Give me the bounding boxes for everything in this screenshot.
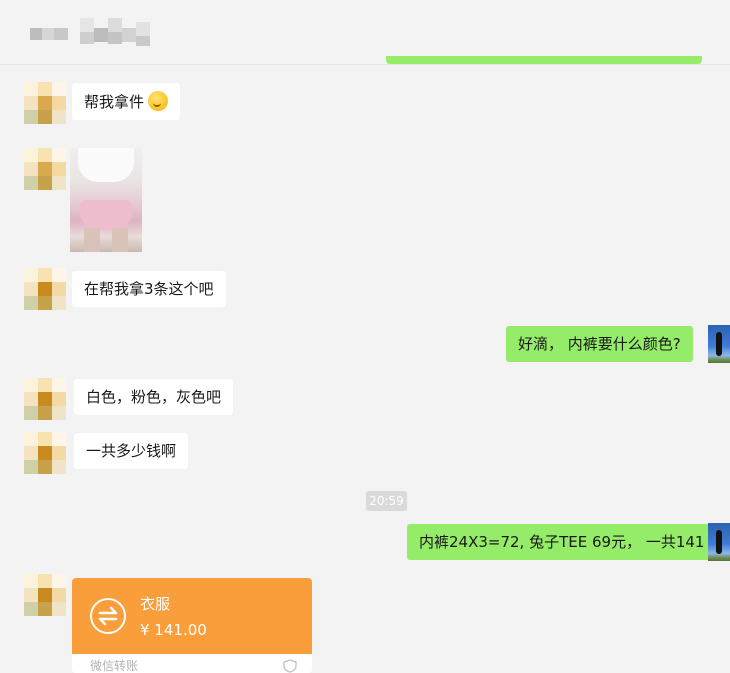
previous-sent-bubble[interactable] — [386, 56, 702, 64]
message-text: 一共多少钱啊 — [86, 442, 177, 460]
transfer-arrows-icon — [90, 598, 126, 634]
contact-avatar[interactable] — [24, 574, 66, 616]
sent-message[interactable]: 好滴， 内裤要什么颜色? — [506, 326, 693, 362]
received-message[interactable]: 帮我拿件 — [72, 83, 181, 120]
self-avatar[interactable] — [708, 325, 730, 363]
received-message[interactable]: 一共多少钱啊 — [74, 433, 189, 469]
transfer-label: 微信转账 — [90, 659, 139, 673]
sent-message[interactable]: 内裤24X3=72, 兔子TEE 69元， 一共141 — [407, 524, 717, 560]
self-avatar[interactable] — [708, 523, 730, 561]
contact-avatar[interactable] — [24, 268, 66, 310]
received-image[interactable] — [70, 148, 142, 252]
message-text: 好滴， 内裤要什么颜色? — [518, 335, 681, 353]
contact-avatar[interactable] — [24, 378, 66, 420]
message-text: 帮我拿件 — [84, 93, 145, 111]
transfer-card[interactable]: 衣服 ¥ 141.00 微信转账 — [72, 578, 312, 673]
contact-avatar[interactable] — [24, 432, 66, 474]
timestamp: 20:59 — [366, 491, 407, 511]
smile-emoji-icon — [148, 91, 169, 111]
wechat-pay-shield-icon — [282, 658, 298, 673]
transfer-title: 衣服 — [140, 595, 171, 613]
contact-name-blurred — [30, 18, 160, 46]
contact-avatar[interactable] — [24, 148, 66, 190]
received-message[interactable]: 白色，粉色，灰色吧 — [74, 379, 234, 415]
contact-avatar[interactable] — [24, 82, 66, 124]
transfer-amount: ¥ 141.00 — [140, 621, 207, 639]
message-text: 在帮我拿3条这个吧 — [84, 280, 214, 298]
message-text: 白色，粉色，灰色吧 — [86, 388, 222, 406]
transfer-card-header: 衣服 ¥ 141.00 — [72, 578, 312, 654]
received-message[interactable]: 在帮我拿3条这个吧 — [72, 271, 226, 307]
message-text: 内裤24X3=72, 兔子TEE 69元， 一共141 — [419, 533, 705, 551]
